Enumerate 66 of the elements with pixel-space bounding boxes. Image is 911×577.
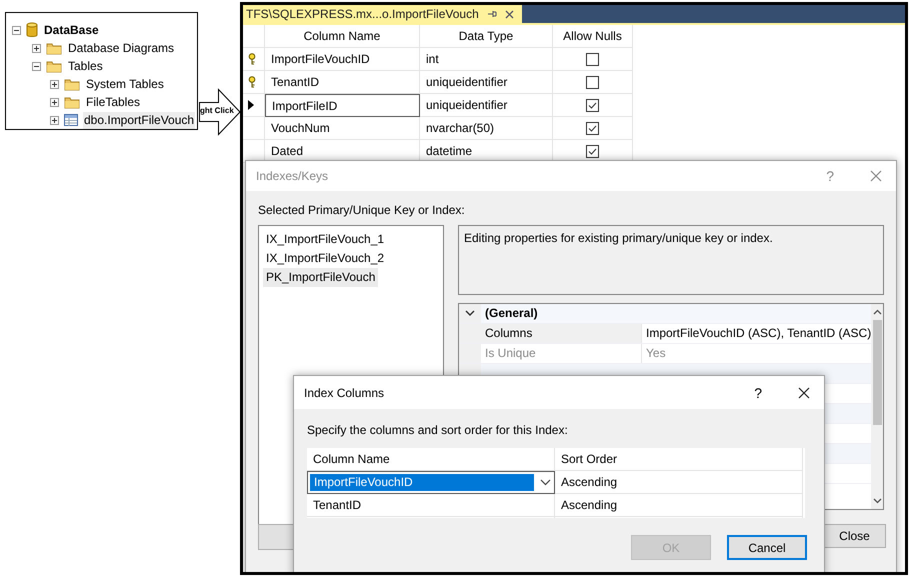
data-type-cell[interactable]: nvarchar(50) xyxy=(420,117,553,140)
scroll-thumb[interactable] xyxy=(872,320,882,425)
expand-icon[interactable] xyxy=(50,116,59,124)
column-header: Data Type xyxy=(420,25,553,48)
collapse-icon[interactable] xyxy=(32,62,41,70)
expand-icon[interactable] xyxy=(50,80,59,88)
scrollbar[interactable] xyxy=(871,304,883,509)
column-name-cell[interactable]: VouchNum xyxy=(265,117,420,140)
column-name-cell[interactable]: ImportFileVouchID xyxy=(265,48,420,71)
index-list-item[interactable]: PK_ImportFileVouch xyxy=(263,268,378,287)
column-header: Allow Nulls xyxy=(553,25,633,48)
description-text: Editing properties for existing primary/unique key or index. xyxy=(464,231,773,245)
column-dropdown[interactable]: ImportFileVouchID xyxy=(307,471,555,494)
folder-icon xyxy=(46,42,62,54)
data-type-cell[interactable]: int xyxy=(420,48,553,71)
close-button[interactable]: Close xyxy=(823,524,886,548)
sort-order-cell[interactable]: Ascending xyxy=(555,494,803,517)
property-value[interactable]: ImportFileVouchID (ASC), TenantID (ASC) xyxy=(642,324,872,343)
dialog-title: Index Columns xyxy=(304,386,386,400)
close-icon xyxy=(504,10,514,18)
pin-icon xyxy=(486,9,497,19)
table-icon xyxy=(64,114,78,126)
folder-icon xyxy=(64,78,80,90)
column-name-cell[interactable]: TenantID xyxy=(265,71,420,94)
key-icon xyxy=(248,76,256,88)
category-label[interactable]: (General) xyxy=(481,304,872,323)
column-header: Sort Order xyxy=(555,448,803,471)
close-icon xyxy=(798,386,810,398)
list-label: Selected Primary/Unique Key or Index: xyxy=(258,203,466,218)
close-icon xyxy=(870,170,882,182)
key-icon xyxy=(248,53,256,65)
expand-icon[interactable] xyxy=(32,44,41,52)
property-name[interactable]: Columns xyxy=(481,324,642,343)
checkbox[interactable] xyxy=(586,144,599,158)
tree-item[interactable]: FileTables xyxy=(85,94,142,110)
callout-text: ght Click xyxy=(200,106,234,116)
column-name-cell[interactable]: TenantID xyxy=(307,494,555,517)
data-type-cell[interactable]: uniqueidentifier xyxy=(420,94,553,117)
instruction-text: Specify the columns and sort order for this Index: xyxy=(307,423,569,438)
database-icon xyxy=(26,22,38,38)
tree-item[interactable]: Tables xyxy=(67,58,104,74)
index-list-item[interactable]: IX_ImportFileVouch_2 xyxy=(263,249,439,268)
expand-icon[interactable] xyxy=(50,98,59,106)
checkbox[interactable] xyxy=(586,98,599,112)
checkbox[interactable] xyxy=(586,122,599,134)
tree-item[interactable]: System Tables xyxy=(85,76,165,92)
document-tab[interactable]: TFS\SQLEXPRESS.mx...o.ImportFileVouch xyxy=(243,5,522,23)
index-list-item[interactable]: IX_ImportFileVouch_1 xyxy=(263,230,439,249)
dialog-title: Indexes/Keys xyxy=(256,169,330,183)
checkbox[interactable] xyxy=(586,52,599,66)
tab-title: TFS\SQLEXPRESS.mx...o.ImportFileVouch xyxy=(246,7,479,21)
folder-icon xyxy=(64,96,80,108)
column-header: Column Name xyxy=(265,25,420,48)
tree-item[interactable]: DataBase xyxy=(43,22,100,38)
sort-order-cell[interactable]: Ascending xyxy=(555,471,803,494)
current-row-icon xyxy=(248,100,254,110)
help-button[interactable]: ? xyxy=(754,384,762,400)
dialog-button[interactable]: Cancel xyxy=(727,535,807,560)
tree-item[interactable]: dbo.ImportFileVouch xyxy=(83,112,196,128)
data-type-cell[interactable]: uniqueidentifier xyxy=(420,71,553,94)
column-name-cell[interactable]: ImportFileID xyxy=(265,94,420,117)
column-header: Column Name xyxy=(307,448,555,471)
folder-icon xyxy=(46,60,62,72)
checkbox[interactable] xyxy=(586,76,599,88)
tree-item[interactable]: Database Diagrams xyxy=(67,40,176,56)
collapse-icon[interactable] xyxy=(12,26,21,34)
